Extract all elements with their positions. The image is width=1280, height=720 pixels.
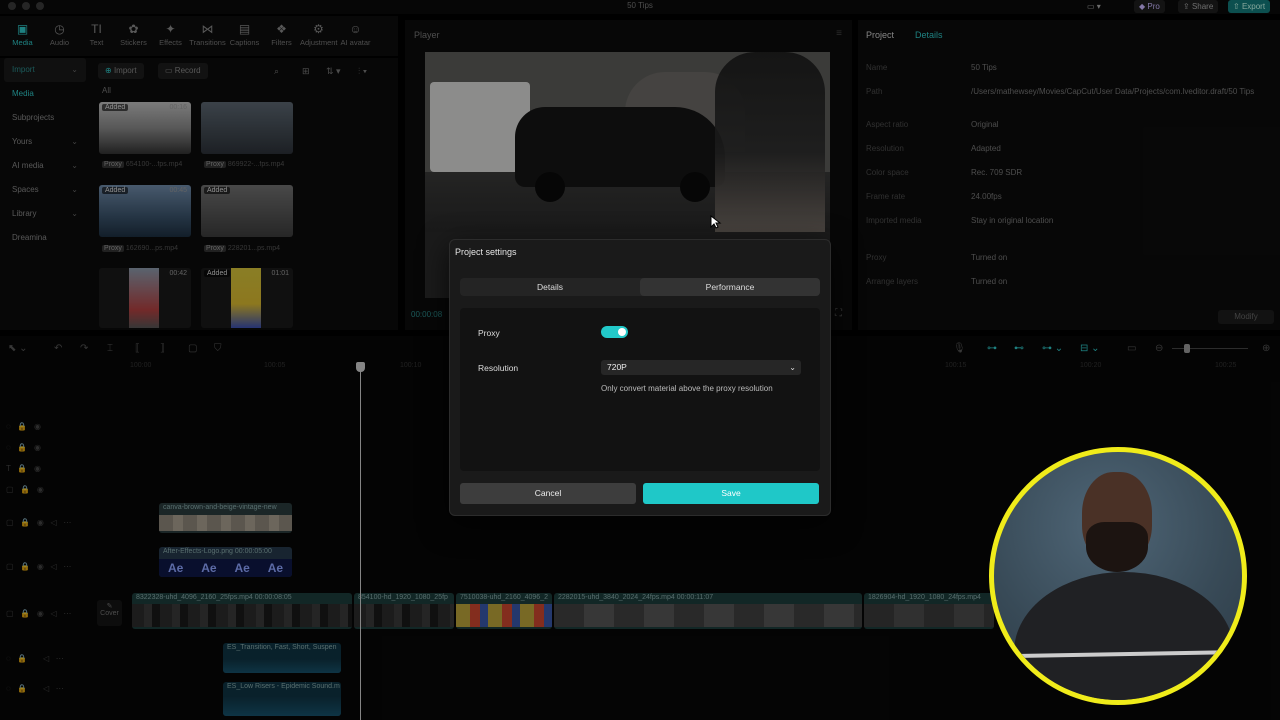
toggle-knob <box>618 328 626 336</box>
resolution-value: 720P <box>607 362 627 372</box>
proxy-toggle[interactable] <box>601 326 628 338</box>
dialog-title: Project settings <box>455 247 517 257</box>
tab-performance[interactable]: Performance <box>640 278 820 296</box>
save-button[interactable]: Save <box>643 483 819 504</box>
performance-panel: Proxy Resolution 720P ⌄ Only convert mat… <box>460 308 820 471</box>
chevron-down-icon: ⌄ <box>789 363 796 372</box>
proxy-label: Proxy <box>478 328 500 338</box>
resolution-hint: Only convert material above the proxy re… <box>601 384 773 393</box>
project-settings-dialog: Project settings Details Performance Pro… <box>449 239 831 516</box>
tab-details[interactable]: Details <box>460 278 640 296</box>
mouse-cursor-icon <box>710 215 722 229</box>
settings-tabs: Details Performance <box>460 278 820 296</box>
resolution-select[interactable]: 720P ⌄ <box>601 360 801 375</box>
cancel-button[interactable]: Cancel <box>460 483 636 504</box>
webcam-overlay <box>989 447 1247 705</box>
resolution-label: Resolution <box>478 363 519 373</box>
